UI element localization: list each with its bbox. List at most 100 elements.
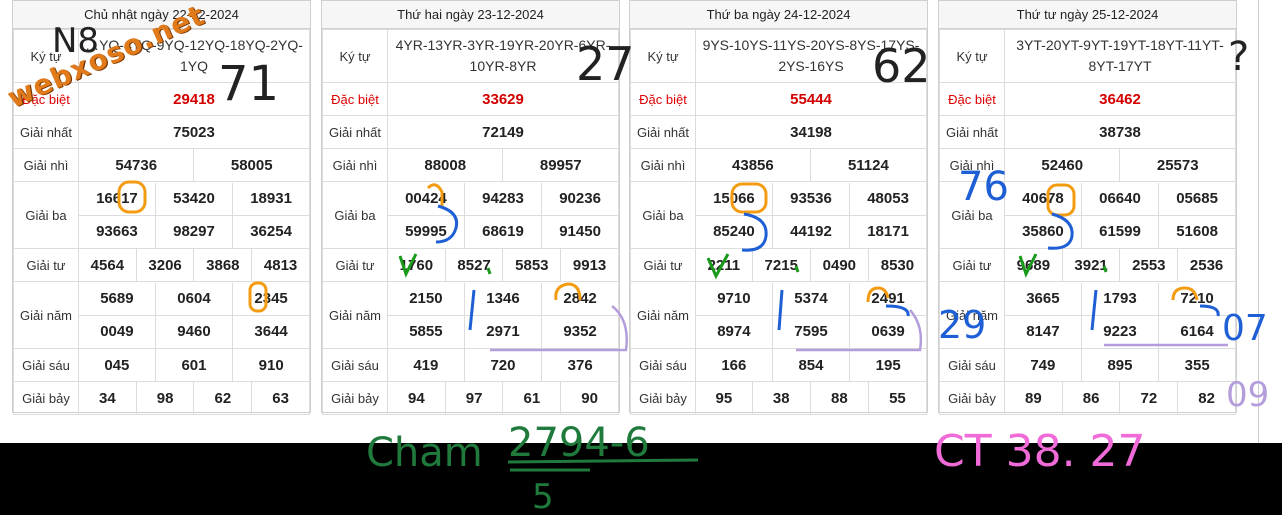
g6-label: Giải sáu — [13, 348, 79, 382]
g4-value: 9913 — [560, 248, 619, 282]
g5-value: 2971 — [463, 314, 542, 348]
g6-value: 601 — [154, 349, 233, 381]
g5-label: Giải năm — [939, 281, 1005, 349]
g4-label: Giải tư — [322, 248, 388, 282]
g7-value: 82 — [1177, 381, 1236, 415]
g3-value: 98297 — [154, 214, 233, 248]
g1-label: Giải nhất — [939, 115, 1005, 149]
g6-value: 910 — [232, 349, 309, 381]
g5-label: Giải năm — [13, 281, 79, 349]
g1-label: Giải nhất — [322, 115, 388, 149]
g7-value: 34 — [78, 381, 137, 415]
g4-value: 8527 — [444, 248, 504, 282]
g4-value: 3921 — [1061, 248, 1121, 282]
panel-day-2: Thứ ba ngày 24-12-2024 Ký tự 9YS-10YS-11… — [629, 0, 928, 415]
date-header: Thứ tư ngày 25-12-2024 — [939, 1, 1236, 29]
g3-value: 05685 — [1158, 182, 1235, 215]
g5-label: Giải năm — [630, 281, 696, 349]
g7-value: 72 — [1119, 381, 1179, 415]
g7-value: 86 — [1061, 381, 1121, 415]
g4-value: 5853 — [502, 248, 562, 282]
g7-value: 38 — [751, 381, 811, 415]
g4-value: 1760 — [387, 248, 446, 282]
g3-value: 35860 — [1005, 214, 1082, 248]
g1-value: 38738 — [1004, 115, 1236, 149]
g5-value: 5855 — [388, 314, 465, 348]
g5-value: 1793 — [1080, 282, 1159, 315]
g1-value: 34198 — [695, 115, 927, 149]
g6-value: 166 — [721, 356, 747, 374]
g5-value: 3644 — [232, 314, 309, 348]
g7-label: Giải bảy — [13, 381, 79, 415]
panel-day-3: Thứ tư ngày 25-12-2024 Ký tự 3YT-20YT-9Y… — [938, 0, 1237, 415]
g6-value: 749 — [1030, 356, 1056, 374]
g5-value: 2842 — [541, 282, 618, 315]
g4-value: 2536 — [1177, 248, 1236, 282]
g5-value: 9710 — [717, 290, 751, 307]
g7-label: Giải bảy — [322, 381, 388, 415]
g5-value: 5374 — [771, 282, 850, 315]
g7-value: 61 — [502, 381, 562, 415]
g4-value: 3868 — [193, 248, 253, 282]
g5-value: 3665 — [1026, 290, 1060, 307]
g6-value: 195 — [849, 349, 926, 381]
g6-value: 419 — [413, 356, 439, 374]
g4-label: Giải tư — [13, 248, 79, 282]
g7-value: 62 — [193, 381, 253, 415]
g6-label: Giải sáu — [939, 348, 1005, 382]
g3-value: 61599 — [1080, 214, 1159, 248]
g2-value: 54736 — [77, 148, 195, 182]
g4-value: 0490 — [809, 248, 869, 282]
panel-day-1: Thứ hai ngày 23-12-2024 Ký tự 4YR-13YR-3… — [321, 0, 620, 415]
g3-value: 48053 — [849, 182, 926, 215]
g2-value: 89957 — [502, 148, 619, 182]
g7-value: 98 — [135, 381, 195, 415]
g6-value: 045 — [104, 356, 130, 374]
g6-value: 854 — [771, 349, 850, 381]
g3-value: 94283 — [463, 182, 542, 215]
g2-value: 58005 — [193, 148, 310, 182]
g4-value: 9689 — [1004, 248, 1063, 282]
special-value: 55444 — [695, 82, 927, 116]
g4-value: 7215 — [751, 248, 811, 282]
g4-label: Giải tư — [939, 248, 1005, 282]
g3-label: Giải ba — [322, 181, 388, 249]
results-table: Ký tự 4YR-13YR-3YR-19YR-20YR-6YR-10YR-8Y… — [322, 29, 619, 415]
g3-value: 15066 — [713, 190, 755, 207]
kytu-label: Ký tự — [630, 29, 696, 83]
g2-value: 43856 — [695, 148, 811, 182]
kytu-value: 3YT-20YT-9YT-19YT-18YT-11YT-8YT-17YT — [1004, 29, 1236, 83]
g3-value: 91450 — [541, 214, 618, 248]
g7-label: Giải bảy — [939, 381, 1005, 415]
g1-label: Giải nhất — [13, 115, 79, 149]
g6-value: 720 — [463, 349, 542, 381]
g5-value: 2491 — [849, 282, 926, 315]
g3-value: 18931 — [232, 182, 309, 215]
g1-label: Giải nhất — [630, 115, 696, 149]
g2-label: Giải nhì — [322, 148, 388, 182]
g3-value: 59995 — [388, 214, 465, 248]
g3-value: 93536 — [771, 182, 850, 215]
g7-value: 90 — [560, 381, 619, 415]
special-label: Đặc biệt — [939, 82, 1005, 116]
g2-label: Giải nhì — [939, 148, 1005, 182]
kytu-value: 9YS-10YS-11YS-20YS-8YS-17YS-2YS-16YS — [695, 29, 927, 83]
g5-value: 7210 — [1158, 282, 1235, 315]
g5-value: 2345 — [232, 282, 309, 315]
g5-value: 0049 — [79, 314, 156, 348]
g4-value: 8530 — [867, 248, 928, 282]
g4-value: 4813 — [251, 248, 310, 282]
g1-value: 75023 — [78, 115, 310, 149]
g2-value: 51124 — [809, 148, 928, 182]
g6-label: Giải sáu — [322, 348, 388, 382]
g3-value: 00424 — [405, 190, 447, 207]
kytu-value: 4YR-13YR-3YR-19YR-20YR-6YR-10YR-8YR — [387, 29, 619, 83]
g1-value: 72149 — [387, 115, 619, 149]
g7-value: 88 — [809, 381, 869, 415]
special-value: 33629 — [387, 82, 619, 116]
g4-label: Giải tư — [630, 248, 696, 282]
special-label: Đặc biệt — [322, 82, 388, 116]
g5-label: Giải năm — [322, 281, 388, 349]
kytu-label: Ký tự — [322, 29, 388, 83]
g2-value: 88008 — [386, 148, 504, 182]
